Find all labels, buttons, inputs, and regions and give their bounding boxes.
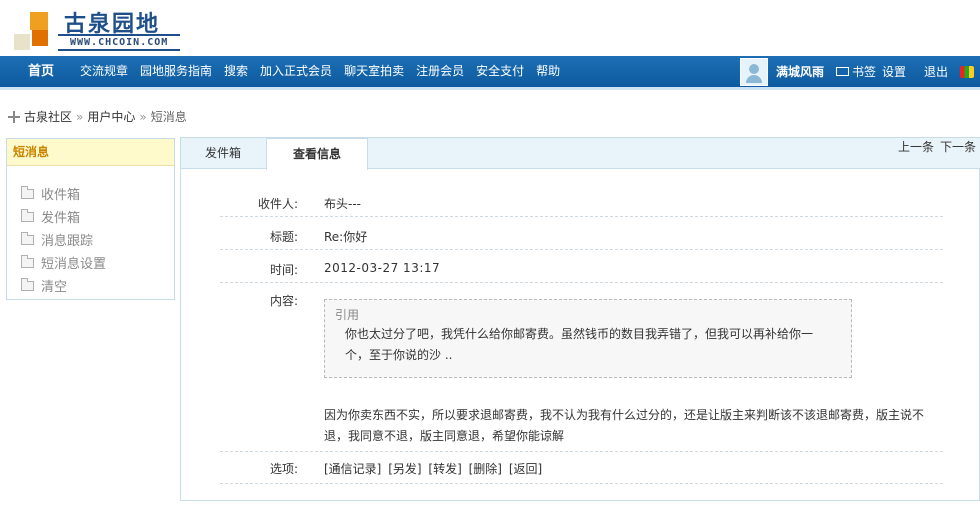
avatar[interactable] (739, 57, 768, 86)
sidebar-item-inbox[interactable]: 收件箱 (7, 182, 174, 205)
quote-text: 你也太过分了吧，我凭什么给你邮寄费。虽然钱币的数目我弄错了，但我可以再补给你一个… (345, 327, 814, 362)
folder-icon (21, 254, 34, 268)
settings-link[interactable]: 设置 (882, 63, 906, 80)
sidebar-item-label: 发件箱 (41, 211, 81, 226)
site-logo[interactable]: 古泉园地 WWW.CHCOIN.COM (14, 6, 184, 54)
bookmarks-link[interactable]: 书签 (852, 63, 876, 80)
subject-label: 标题: (269, 230, 298, 244)
quote-label: 引用 (335, 308, 360, 322)
main-nav: 首页 交流规章 园地服务指南 搜索 加入正式会员 聊天室拍卖 注册会员 安全支付… (0, 56, 980, 90)
recipient-value: 布头--- (324, 197, 361, 211)
back-link[interactable]: [返回] (509, 462, 542, 476)
folder-icon (21, 277, 34, 291)
sidebar: 短消息 收件箱 发件箱 消息跟踪 短消息设置 清空 (6, 138, 175, 300)
theme-color-icon[interactable] (960, 65, 974, 78)
time-row: 时间: 2012-03-27 13:17 (220, 257, 943, 283)
breadcrumb-separator: » (76, 109, 84, 124)
prev-message-link[interactable]: 上一条 (898, 138, 934, 155)
breadcrumb-current: 短消息 (150, 110, 187, 124)
site-header: 古泉园地 WWW.CHCOIN.COM (0, 0, 980, 56)
logo-mark (14, 12, 54, 52)
mail-icon (835, 67, 849, 76)
user-area: 满城风雨 书签 设置 退出 (739, 56, 980, 87)
message-pager: 上一条 下一条 (898, 138, 976, 155)
nav-item-rules[interactable]: 交流规章 (80, 56, 128, 87)
quote-block: 引用 你也太过分了吧，我凭什么给你邮寄费。虽然钱币的数目我弄错了，但我可以再补给… (324, 299, 852, 378)
next-message-link[interactable]: 下一条 (940, 138, 976, 155)
tab-bar: 发件箱 查看信息 (181, 137, 980, 170)
sidebar-item-label: 清空 (41, 280, 68, 295)
nav-item-guide[interactable]: 园地服务指南 (140, 56, 212, 87)
options-links: [通信记录] [另发] [转发] [删除] [返回] (324, 460, 545, 477)
logo-url: WWW.CHCOIN.COM (58, 34, 181, 51)
sidebar-item-outbox[interactable]: 发件箱 (7, 205, 174, 228)
sidebar-title: 短消息 (7, 139, 174, 166)
breadcrumb-community[interactable]: 古泉社区 (24, 108, 72, 125)
options-row: 选项: [通信记录] [另发] [转发] [删除] [返回] (220, 457, 943, 484)
breadcrumb: 古泉社区 » 用户中心 » 短消息 (8, 108, 187, 125)
username-link[interactable]: 满城风雨 (776, 63, 824, 80)
nav-item-payment[interactable]: 安全支付 (476, 56, 524, 87)
nav-item-register[interactable]: 注册会员 (416, 56, 464, 87)
tab-view-message[interactable]: 查看信息 (266, 138, 368, 170)
sidebar-item-settings[interactable]: 短消息设置 (7, 251, 174, 274)
nav-item-join[interactable]: 加入正式会员 (260, 56, 332, 87)
content-row: 内容: 引用 你也太过分了吧，我凭什么给你邮寄费。虽然钱币的数目我弄错了，但我可… (220, 290, 943, 452)
sidebar-list: 收件箱 发件箱 消息跟踪 短消息设置 清空 (7, 166, 174, 297)
message-body: 因为你卖东西不实，所以要求退邮寄费，我不认为我有什么过分的，还是让版主来判断该不… (324, 408, 925, 443)
options-label: 选项: (269, 462, 298, 476)
subject-row: 标题: Re:你好 (220, 223, 943, 250)
time-label: 时间: (269, 263, 298, 277)
sidebar-item-label: 收件箱 (41, 188, 81, 203)
breadcrumb-user-center[interactable]: 用户中心 (87, 108, 135, 125)
new-message-link[interactable]: [另发] (388, 462, 421, 476)
nav-item-auction[interactable]: 聊天室拍卖 (344, 56, 404, 87)
content-label: 内容: (269, 294, 298, 308)
nav-menu: 交流规章 园地服务指南 搜索 加入正式会员 聊天室拍卖 注册会员 安全支付 帮助 (80, 56, 572, 87)
folder-icon (21, 185, 34, 199)
delete-link[interactable]: [删除] (469, 462, 502, 476)
tab-outbox[interactable]: 发件箱 (181, 138, 265, 169)
nav-item-help[interactable]: 帮助 (536, 56, 560, 87)
recipient-row: 收件人: 布头--- (220, 191, 943, 217)
sidebar-item-label: 短消息设置 (41, 257, 107, 272)
nav-item-search[interactable]: 搜索 (224, 56, 248, 87)
breadcrumb-separator: » (139, 109, 147, 124)
subject-value: Re:你好 (324, 230, 368, 244)
message-panel: 发件箱 查看信息 上一条 下一条 收件人: 布头--- 标题: Re:你好 时间… (180, 137, 980, 501)
logout-link[interactable]: 退出 (924, 63, 948, 80)
forward-link[interactable]: [转发] (428, 462, 461, 476)
sidebar-item-clear[interactable]: 清空 (7, 274, 174, 297)
sidebar-item-tracking[interactable]: 消息跟踪 (7, 228, 174, 251)
history-link[interactable]: [通信记录] (324, 462, 381, 476)
time-value: 2012-03-27 13:17 (324, 261, 441, 275)
sidebar-item-label: 消息跟踪 (41, 234, 94, 249)
folder-icon (21, 231, 34, 245)
recipient-label: 收件人: (257, 197, 298, 211)
nav-home-link[interactable]: 首页 (14, 56, 68, 87)
folder-icon (21, 208, 34, 222)
plus-icon (8, 110, 20, 123)
